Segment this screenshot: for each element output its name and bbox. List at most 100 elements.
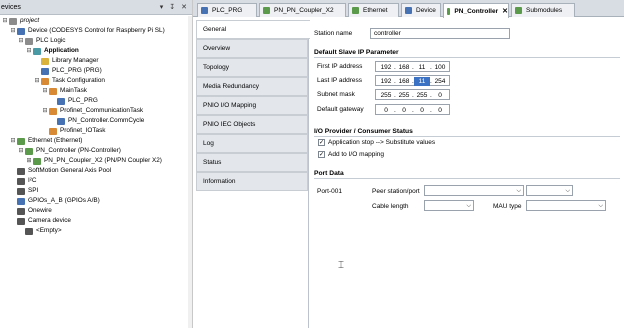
tree-camera[interactable]: Camera device (10, 216, 71, 226)
ip-octet[interactable]: 192 (378, 77, 394, 86)
tree-onewire[interactable]: Onewire (10, 206, 52, 216)
devices-scrollbar[interactable] (188, 16, 192, 328)
tree-node-label: SoftMotion General Axis Pool (28, 167, 112, 174)
default-gateway-input[interactable]: 0.0.0.0 (375, 104, 450, 115)
last-ip-label: Last IP address (317, 77, 363, 84)
tree-maintask[interactable]: ⊟ MainTask (42, 86, 87, 96)
tree-project[interactable]: ⊟ project (2, 16, 39, 26)
station-name-input[interactable]: controller (370, 28, 510, 39)
tree-task-configuration[interactable]: ⊟ Task Configuration (34, 76, 105, 86)
side-tab-status[interactable]: Status (196, 153, 308, 172)
tree-profinet-iotask[interactable]: Profinet_IOTask (42, 126, 105, 136)
expand-collapse-icon[interactable]: ⊟ (34, 76, 40, 86)
tab-pn-controller[interactable]: PN_Controller ✕ (443, 3, 509, 18)
tree-commcycle[interactable]: PN_Controller.CommCycle (50, 116, 144, 126)
chevron-down-icon: ⌵ (565, 188, 570, 194)
tab-label: Device (416, 7, 436, 14)
side-tab-overview[interactable]: Overview (196, 39, 308, 58)
ip-octet[interactable]: 255 (414, 91, 430, 100)
tab-submodules[interactable]: Submodules (511, 3, 575, 17)
ip-octet[interactable]: 192 (378, 63, 394, 72)
tab-plc-prg[interactable]: PLC_PRG (197, 3, 257, 17)
node-icon (41, 57, 49, 65)
cable-length-combo[interactable]: ⌵ (424, 200, 474, 211)
tab-device[interactable]: Device (401, 3, 441, 17)
ip-octet[interactable]: 0 (414, 106, 430, 115)
node-icon (49, 127, 57, 135)
expand-collapse-icon[interactable]: ⊟ (26, 46, 32, 56)
ip-octet[interactable]: 254 (432, 77, 448, 86)
expand-collapse-icon[interactable]: ⊟ (42, 106, 48, 116)
tree-plc-prg[interactable]: PLC_PRG (PRG) (34, 66, 102, 76)
subnet-mask-input[interactable]: 255. 255. 255. 0 (375, 89, 450, 100)
last-ip-input[interactable]: 192. 168. 11. 254 (375, 75, 450, 86)
side-tab-log[interactable]: Log (196, 134, 308, 153)
ip-octet[interactable]: 11 (414, 63, 430, 72)
side-tab-media-redundancy[interactable]: Media Redundancy (196, 77, 308, 96)
expand-collapse-icon[interactable]: ⊟ (2, 16, 8, 26)
first-ip-input[interactable]: 192. 168. 11. 100 (375, 61, 450, 72)
expand-collapse-icon[interactable]: ⊟ (42, 86, 48, 96)
add-mapping-label: Add to I/O mapping (328, 151, 385, 158)
tree-node-label: PLC_PRG (68, 97, 98, 104)
pin-icon[interactable]: ↧ (169, 3, 175, 11)
side-tab-general[interactable]: General (196, 20, 310, 39)
ip-octet[interactable]: 168 (396, 77, 412, 86)
close-tab-icon[interactable]: ✕ (502, 7, 508, 15)
expand-collapse-icon[interactable]: ⊟ (10, 136, 16, 146)
tree-device[interactable]: ⊟ Device (CODESYS Control for Raspberry P… (10, 26, 165, 36)
expand-collapse-icon[interactable]: ⊟ (18, 146, 24, 156)
devices-panel: evices ▾ ↧ ✕ ⊟ project ⊟ Device (CODESYS Co… (0, 0, 193, 328)
tree-pn-coupler[interactable]: ⊞ PN_PN_Coupler_X2 (PN/PN Coupler X2) (26, 156, 162, 166)
ip-octet[interactable]: 0 (432, 91, 448, 100)
ip-octet[interactable]: 11 (414, 77, 430, 86)
node-icon (17, 217, 25, 225)
mau-type-combo[interactable]: ⌵ (526, 200, 606, 211)
tree-library-manager[interactable]: Library Manager (34, 56, 99, 66)
side-tab-topology[interactable]: Topology (196, 58, 308, 77)
ip-octet[interactable]: 168 (396, 63, 412, 72)
close-icon[interactable]: ✕ (181, 3, 187, 11)
tree-application[interactable]: ⊟ Application (26, 46, 79, 56)
node-icon (17, 167, 25, 175)
tree-ethernet[interactable]: ⊟ Ethernet (Ethernet) (10, 136, 82, 146)
node-icon (17, 177, 25, 185)
tree-gpios[interactable]: GPIOs_A_B (GPIOs A/B) (10, 196, 100, 206)
tab-pn-coupler[interactable]: PN_PN_Coupler_X2 (259, 3, 346, 17)
tree-maintask-plc-prg[interactable]: PLC_PRG (50, 96, 98, 106)
ip-octet[interactable]: 255 (378, 91, 394, 100)
tree-node-label: Onewire (28, 207, 52, 214)
tab-icon (405, 7, 412, 14)
ip-octet[interactable]: 100 (432, 63, 448, 72)
ip-octet[interactable]: 0 (396, 106, 412, 115)
tree-profinet-commtask[interactable]: ⊟ Profinet_CommunicationTask (42, 106, 143, 116)
tree-softmotion[interactable]: SoftMotion General Axis Pool (10, 166, 111, 176)
tree-i2c[interactable]: I²C (10, 176, 37, 186)
expand-collapse-icon[interactable]: ⊟ (18, 36, 24, 46)
tree-empty[interactable]: <Empty> (18, 226, 62, 236)
node-icon (57, 97, 65, 105)
tab-ethernet[interactable]: Ethernet (348, 3, 399, 17)
side-tab-information[interactable]: Information (196, 172, 308, 191)
add-mapping-checkbox[interactable]: ✓ (318, 151, 325, 158)
peer-port-combo[interactable]: ⌵ (526, 185, 573, 196)
app-stop-checkbox[interactable]: ✓ (318, 139, 325, 146)
tree-plc-logic[interactable]: ⊟ PLC Logic (18, 36, 66, 46)
tree-node-label: Application (44, 47, 79, 54)
ip-octet[interactable]: 0 (432, 106, 448, 115)
tree-pn-controller[interactable]: ⊟ PN_Controller (PN-Controller) (18, 146, 121, 156)
expand-collapse-icon[interactable]: ⊞ (26, 156, 32, 166)
expand-collapse-icon[interactable]: ⊟ (10, 26, 16, 36)
peer-station-combo[interactable]: ⌵ (424, 185, 524, 196)
chevron-down-icon: ⌵ (466, 203, 471, 209)
ip-octet[interactable]: 0 (378, 106, 394, 115)
side-tab-pnio-iec-objects[interactable]: PNIO IEC Objects (196, 115, 308, 134)
tree-node-label: SPI (28, 187, 39, 194)
ip-octet[interactable]: 255 (396, 91, 412, 100)
node-icon (17, 27, 25, 35)
node-icon (41, 67, 49, 75)
tree-spi[interactable]: SPI (10, 186, 38, 196)
dropdown-icon[interactable]: ▾ (160, 3, 164, 11)
side-tab-pnio-i-o-mapping[interactable]: PNIO I/O Mapping (196, 96, 308, 115)
tab-label: Ethernet (363, 7, 388, 14)
